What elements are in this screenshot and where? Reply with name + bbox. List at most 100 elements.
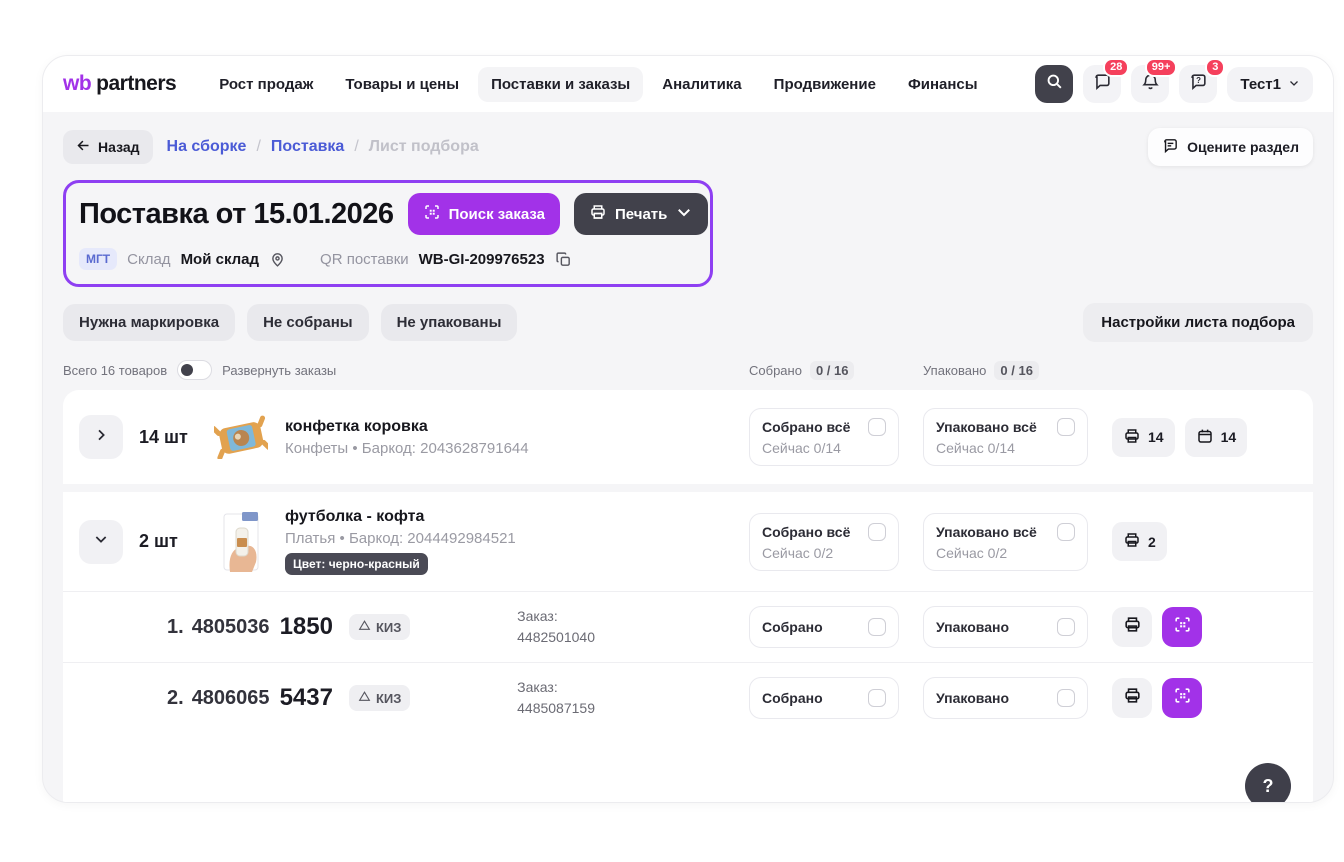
- nav-item-growth[interactable]: Рост продаж: [206, 67, 326, 102]
- collected-all-card: Собрано всё Сейчас 0/14: [749, 408, 899, 466]
- kiz-label: КИЗ: [375, 619, 402, 635]
- filter-chip-not-collected[interactable]: Не собраны: [247, 304, 369, 341]
- help-fab-button[interactable]: ?: [1245, 763, 1291, 802]
- order-label: Заказ:: [517, 679, 558, 695]
- collected-checkbox[interactable]: [868, 689, 886, 707]
- schedule-button[interactable]: 14: [1184, 417, 1248, 457]
- print-sticker-button[interactable]: [1112, 678, 1152, 718]
- nav-item-promotion[interactable]: Продвижение: [761, 67, 889, 102]
- table-header-left: Всего 16 товаров Развернуть заказы: [63, 360, 725, 380]
- collected-column-header: Собрано 0 / 16: [749, 360, 899, 380]
- support-button[interactable]: ? 3: [1179, 58, 1226, 103]
- svg-text:?: ?: [1196, 76, 1201, 85]
- print-sticker-button[interactable]: [1112, 607, 1152, 647]
- product-text: футболка - кофта Платья • Баркод: 204449…: [285, 508, 516, 575]
- packed-card: Упаковано: [923, 677, 1088, 719]
- order-reference: Заказ: 4485087159: [517, 677, 595, 719]
- chevron-right-icon: [93, 427, 109, 448]
- chat-button[interactable]: 28: [1083, 58, 1130, 103]
- page-title: Поставка от 15.01.2026: [79, 197, 394, 230]
- main-nav: Рост продаж Товары и цены Поставки и зак…: [206, 66, 1027, 102]
- copy-icon[interactable]: [555, 251, 572, 268]
- location-pin-icon[interactable]: [269, 251, 286, 268]
- packed-all-card: Упаковано всё Сейчас 0/14: [923, 408, 1088, 466]
- packed-checkbox[interactable]: [1057, 618, 1075, 636]
- breadcrumb-link-assembly[interactable]: На сборке: [167, 138, 247, 156]
- nav-item-goods-prices[interactable]: Товары и цены: [332, 67, 472, 102]
- search-order-button[interactable]: Поиск заказа: [407, 193, 560, 235]
- rate-section-button[interactable]: Оцените раздел: [1148, 128, 1313, 166]
- expand-orders-toggle[interactable]: [177, 360, 213, 380]
- breadcrumb-separator: /: [256, 138, 261, 155]
- packed-checkbox[interactable]: [1057, 689, 1075, 707]
- packed-label: Упаковано: [936, 690, 1010, 706]
- printer-icon: [1123, 686, 1142, 710]
- account-name: Тест1: [1240, 75, 1281, 93]
- nav-item-analytics[interactable]: Аналитика: [649, 67, 754, 102]
- order-label: Заказ:: [517, 608, 558, 624]
- packed-all-checkbox[interactable]: [1057, 522, 1075, 541]
- page-body: Назад На сборке / Поставка / Лист подбор…: [43, 112, 1333, 802]
- notifications-button[interactable]: 99+: [1131, 58, 1178, 103]
- collected-all-checkbox[interactable]: [868, 418, 886, 436]
- calendar-count: 14: [1220, 429, 1237, 445]
- collapse-row-button[interactable]: [79, 519, 123, 564]
- breadcrumb-row: Назад На сборке / Поставка / Лист подбор…: [63, 128, 1313, 166]
- print-stickers-button[interactable]: 2: [1112, 522, 1167, 561]
- nav-item-supplies-orders[interactable]: Поставки и заказы: [478, 66, 644, 102]
- packed-column-header: Упаковано 0 / 16: [923, 360, 1088, 380]
- product-name: футболка - кофта: [285, 508, 425, 525]
- filter-chip-needs-marking[interactable]: Нужна маркировка: [63, 304, 236, 341]
- filter-chips-row: Нужна маркировка Не собраны Не упакованы…: [63, 303, 1313, 342]
- wb-partners-logo[interactable]: wb partners: [63, 72, 177, 96]
- order-index: 2.: [167, 686, 184, 709]
- product-group-row: 2 шт футболка - кофта Платья • Баркод: 2…: [63, 492, 1313, 591]
- warning-triangle-icon: [358, 690, 371, 706]
- chat-badge: 28: [1103, 58, 1130, 77]
- back-button[interactable]: Назад: [63, 130, 153, 164]
- packed-count: 0 / 16: [994, 360, 1039, 380]
- nav-right-controls: 28 99+ ? 3 Тест1: [1035, 58, 1313, 103]
- row-divider: [63, 484, 1313, 492]
- order-article: 4805036: [191, 615, 270, 638]
- order-size: 1850: [279, 613, 333, 640]
- picking-list-settings-button[interactable]: Настройки листа подбора: [1083, 303, 1313, 342]
- printer-icon: [589, 203, 607, 225]
- nav-item-finance[interactable]: Финансы: [895, 67, 991, 102]
- row-actions: [1112, 607, 1297, 647]
- product-subtitle: Конфеты • Баркод: 2043628791644: [285, 439, 529, 457]
- collected-all-checkbox[interactable]: [868, 522, 886, 541]
- collected-count: 0 / 16: [809, 360, 855, 380]
- printer-icon: [1123, 427, 1141, 448]
- print-dropdown-button[interactable]: Печать: [573, 193, 709, 235]
- account-menu[interactable]: Тест1: [1227, 66, 1313, 102]
- print-label: Печать: [614, 205, 668, 223]
- printer-icon: [1123, 615, 1142, 639]
- expand-row-button[interactable]: [79, 415, 123, 459]
- collected-checkbox[interactable]: [868, 618, 886, 636]
- breadcrumb-link-supply[interactable]: Поставка: [271, 138, 344, 156]
- search-order-label: Поиск заказа: [448, 205, 545, 223]
- order-info: 1. 4805036 1850 КИЗ Заказ: 4482501040: [79, 606, 725, 648]
- supply-title-row: Поставка от 15.01.2026 Поиск заказа Печа…: [79, 193, 709, 235]
- product-image-apparel: [213, 511, 269, 573]
- print-stickers-button[interactable]: 14: [1112, 417, 1175, 457]
- product-subtitle: Платья • Баркод: 2044492984521: [285, 530, 516, 547]
- filter-chip-not-packed[interactable]: Не упакованы: [380, 304, 518, 341]
- collected-all-label: Собрано всё: [762, 523, 851, 540]
- back-label: Назад: [98, 139, 140, 155]
- scan-order-button[interactable]: [1162, 678, 1202, 718]
- expand-orders-label: Развернуть заказы: [222, 362, 337, 378]
- printer-icon: [1123, 531, 1141, 552]
- qr-supply-value: WB-GI-209976523: [418, 250, 545, 268]
- qr-scan-icon: [1173, 686, 1192, 710]
- order-index: 1.: [167, 615, 184, 638]
- product-image-candy: [213, 406, 269, 468]
- help-bubble-icon: ?: [1189, 72, 1208, 96]
- supply-header-highlight: Поставка от 15.01.2026 Поиск заказа Печа…: [63, 180, 713, 287]
- table-header-row: Всего 16 товаров Развернуть заказы Собра…: [63, 358, 1313, 390]
- packed-all-checkbox[interactable]: [1057, 418, 1075, 436]
- print-count: 14: [1148, 429, 1164, 445]
- scan-order-button[interactable]: [1162, 607, 1202, 647]
- search-button[interactable]: [1035, 65, 1074, 103]
